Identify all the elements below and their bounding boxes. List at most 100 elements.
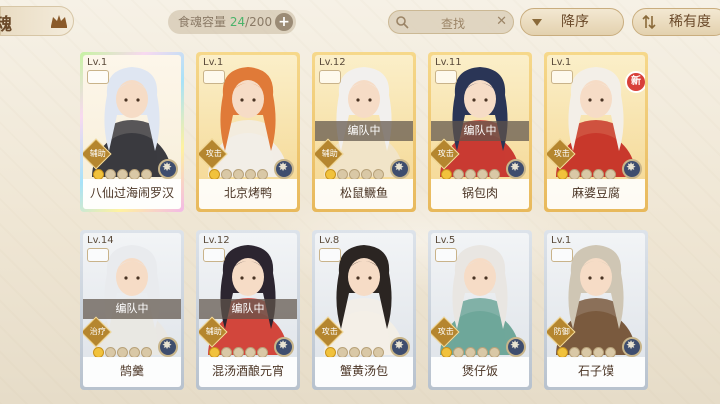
add-capacity-button[interactable]: + <box>275 13 293 31</box>
level-frame <box>203 70 225 84</box>
food-soul-name: 松鼠鳜鱼 <box>315 179 413 209</box>
top-bar: 魂 食魂容量 24/200 + 查找 ✕ 降序 稀有度 <box>0 0 720 44</box>
level-label: Lv.5 <box>435 235 456 246</box>
level-label: Lv.11 <box>435 57 462 68</box>
star-rating <box>557 165 617 180</box>
level-frame <box>203 248 225 262</box>
level-frame <box>551 70 573 84</box>
food-soul-card[interactable]: Lv.5 攻击 煲仔饭 <box>428 230 532 390</box>
food-soul-card[interactable]: Lv.1 攻击 麻婆豆腐 新 <box>544 52 648 212</box>
level-label: Lv.1 <box>87 57 108 68</box>
star-rating <box>93 343 153 358</box>
star-rating <box>557 343 617 358</box>
star-rating <box>93 165 153 180</box>
star-rating <box>209 343 269 358</box>
capacity-label: 食魂容量 <box>178 15 227 29</box>
star-rating <box>325 165 385 180</box>
food-soul-name: 麻婆豆腐 <box>547 179 645 209</box>
level-frame <box>435 70 457 84</box>
clear-search-icon[interactable]: ✕ <box>496 14 507 29</box>
in-team-label: 编队中 <box>431 121 529 141</box>
food-soul-card[interactable]: Lv.14 编队中 治疗 鹄羹 <box>80 230 184 390</box>
new-badge: 新 <box>625 71 645 93</box>
level-label: Lv.1 <box>203 57 224 68</box>
capacity-total: /200 <box>245 15 273 29</box>
level-frame <box>319 248 341 262</box>
card-body: Lv.14 编队中 治疗 鹄羹 <box>83 233 181 387</box>
level-frame <box>551 248 573 262</box>
food-soul-name: 煲仔饭 <box>431 357 529 387</box>
food-soul-card[interactable]: Lv.12 编队中 辅助 松鼠鳜鱼 <box>312 52 416 212</box>
food-soul-name: 北京烤鸭 <box>199 179 297 209</box>
star-rating <box>441 165 501 180</box>
card-body: Lv.5 攻击 煲仔饭 <box>431 233 529 387</box>
emblem-icon <box>390 159 410 179</box>
star-rating <box>209 165 269 180</box>
card-body: Lv.11 编队中 攻击 锅包肉 <box>431 55 529 209</box>
emblem-icon <box>158 159 178 179</box>
sort-descending-label: 降序 <box>561 14 589 30</box>
sort-down-icon <box>532 19 542 26</box>
sort-descending-button[interactable]: 降序 <box>520 8 624 36</box>
card-body: Lv.8 攻击 蟹黄汤包 <box>315 233 413 387</box>
food-soul-card[interactable]: Lv.11 编队中 攻击 锅包肉 <box>428 52 532 212</box>
card-body: Lv.1 攻击 麻婆豆腐 新 <box>547 55 645 209</box>
rarity-sort-icon <box>642 14 656 30</box>
emblem-icon <box>622 337 642 357</box>
search-icon <box>396 16 409 29</box>
card-body: Lv.1 防御 石子馍 <box>547 233 645 387</box>
role-label: 攻击 <box>553 149 570 159</box>
emblem-icon <box>158 337 178 357</box>
role-label: 攻击 <box>321 327 338 337</box>
emblem-icon <box>274 159 294 179</box>
level-label: Lv.8 <box>319 235 340 246</box>
food-soul-card[interactable]: Lv.1 防御 石子馍 <box>544 230 648 390</box>
food-soul-card[interactable]: Lv.8 攻击 蟹黄汤包 <box>312 230 416 390</box>
role-label: 辅助 <box>89 149 106 159</box>
sort-rarity-label: 稀有度 <box>669 14 711 30</box>
card-body: Lv.1 辅助 八仙过海闹罗汉 <box>83 55 181 209</box>
food-soul-card[interactable]: Lv.12 编队中 辅助 混汤酒酿元宵 <box>196 230 300 390</box>
role-label: 攻击 <box>437 327 454 337</box>
level-label: Lv.12 <box>319 57 346 68</box>
food-soul-name: 蟹黄汤包 <box>315 357 413 387</box>
capacity-indicator: 食魂容量 24/200 + <box>168 10 296 34</box>
soul-tab[interactable]: 魂 <box>0 6 74 36</box>
emblem-icon <box>622 159 642 179</box>
role-label: 攻击 <box>205 149 222 159</box>
role-label: 攻击 <box>437 149 454 159</box>
emblem-icon <box>506 337 526 357</box>
card-body: Lv.1 攻击 北京烤鸭 <box>199 55 297 209</box>
card-body: Lv.12 编队中 辅助 混汤酒酿元宵 <box>199 233 297 387</box>
level-label: Lv.1 <box>551 57 572 68</box>
role-label: 治疗 <box>89 327 106 337</box>
sort-rarity-button[interactable]: 稀有度 <box>632 8 720 36</box>
role-label: 防御 <box>553 327 570 337</box>
level-label: Lv.12 <box>203 235 230 246</box>
search-box[interactable]: 查找 ✕ <box>388 10 514 34</box>
level-label: Lv.1 <box>551 235 572 246</box>
food-soul-card[interactable]: Lv.1 攻击 北京烤鸭 <box>196 52 300 212</box>
role-label: 辅助 <box>321 149 338 159</box>
food-soul-name: 鹄羹 <box>83 357 181 387</box>
level-frame <box>87 70 109 84</box>
food-soul-name: 锅包肉 <box>431 179 529 209</box>
level-frame <box>435 248 457 262</box>
crown-icon <box>51 15 67 28</box>
in-team-label: 编队中 <box>199 299 297 319</box>
capacity-current: 24 <box>229 15 246 29</box>
emblem-icon <box>506 159 526 179</box>
food-soul-name: 八仙过海闹罗汉 <box>83 179 181 209</box>
level-frame <box>87 248 109 262</box>
food-soul-card[interactable]: Lv.1 辅助 八仙过海闹罗汉 <box>80 52 184 212</box>
star-rating <box>441 343 501 358</box>
role-label: 辅助 <box>205 327 222 337</box>
level-frame <box>319 70 341 84</box>
card-body: Lv.12 编队中 辅助 松鼠鳜鱼 <box>315 55 413 209</box>
emblem-icon <box>274 337 294 357</box>
search-placeholder: 查找 <box>441 17 466 31</box>
food-soul-name: 混汤酒酿元宵 <box>199 357 297 387</box>
level-label: Lv.14 <box>87 235 114 246</box>
in-team-label: 编队中 <box>315 121 413 141</box>
star-rating <box>325 343 385 358</box>
